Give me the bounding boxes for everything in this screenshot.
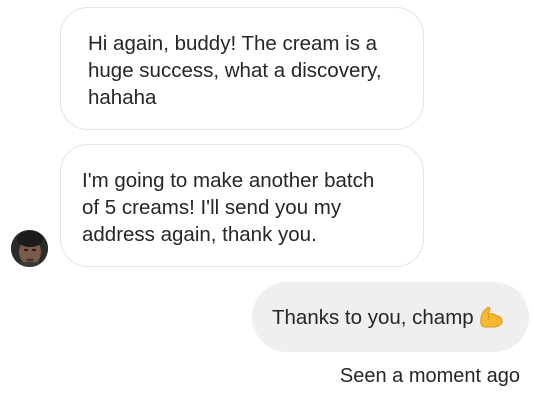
seen-status: Seen a moment ago <box>339 365 520 387</box>
message-text: Thanks to you, champ <box>272 304 504 331</box>
message-text: Hi again, buddy! The cream is a huge suc… <box>88 32 382 109</box>
avatar-photo <box>11 230 48 267</box>
outgoing-message-bubble[interactable]: Thanks to you, champ <box>252 282 529 352</box>
message-text-content: Thanks to you, champ <box>272 305 474 329</box>
contact-avatar[interactable] <box>11 230 48 267</box>
incoming-message-bubble[interactable]: I'm going to make another batch of 5 cre… <box>60 144 424 267</box>
flexed-biceps-icon <box>478 304 504 328</box>
incoming-message-bubble[interactable]: Hi again, buddy! The cream is a huge suc… <box>60 7 424 130</box>
message-text: I'm going to make another batch of 5 cre… <box>82 169 375 246</box>
